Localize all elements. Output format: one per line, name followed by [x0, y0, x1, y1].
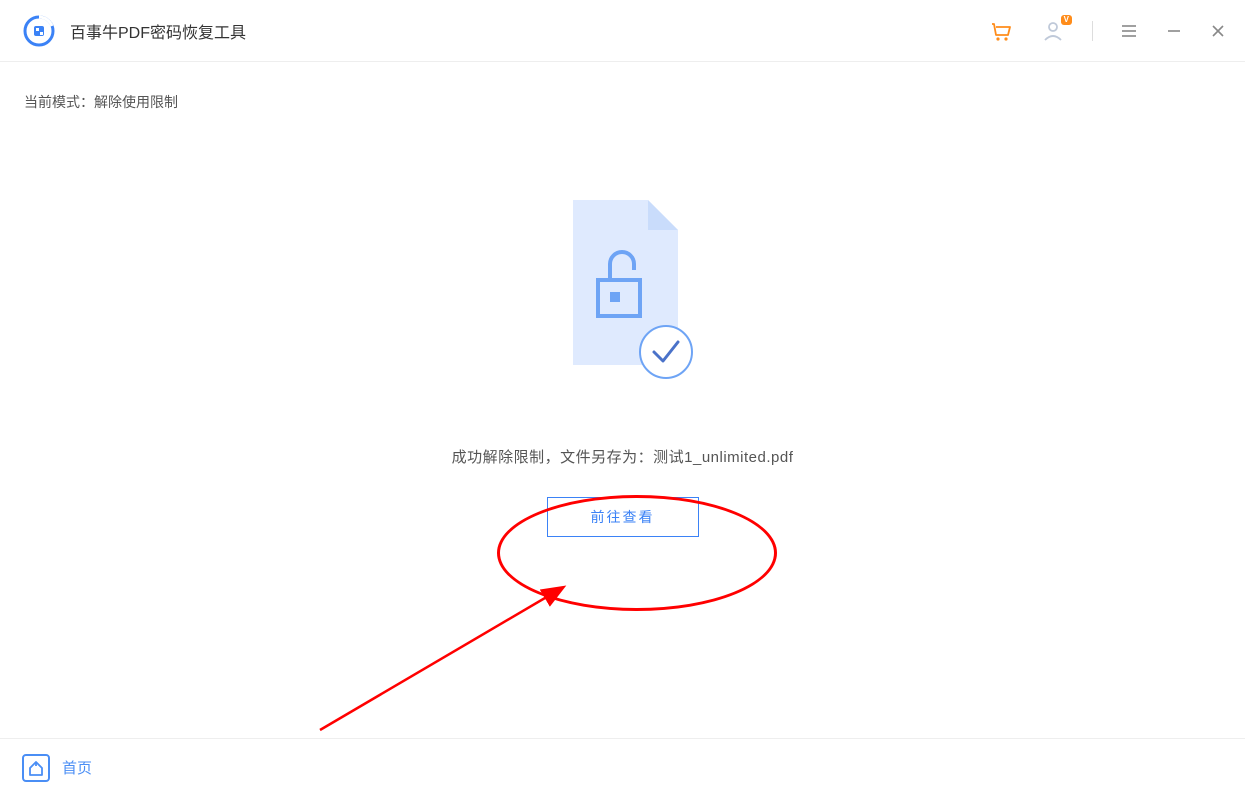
success-text: 成功解除限制，文件另存为： [452, 449, 654, 466]
mode-label: 当前模式： [24, 94, 94, 110]
header-right: V [988, 18, 1227, 44]
minimize-icon[interactable] [1165, 22, 1183, 40]
menu-icon[interactable] [1119, 21, 1139, 41]
home-link[interactable]: 首页 [62, 757, 92, 778]
header-bar: 百事牛PDF密码恢复工具 V [0, 0, 1245, 62]
footer-bar: 首页 [0, 738, 1245, 796]
mode-indicator: 当前模式：解除使用限制 [0, 62, 1245, 112]
cart-icon[interactable] [988, 18, 1014, 44]
annotation-arrow-icon [310, 570, 590, 740]
close-icon[interactable] [1209, 22, 1227, 40]
home-icon[interactable] [22, 754, 50, 782]
app-logo-icon [22, 14, 56, 48]
user-account-icon[interactable]: V [1040, 18, 1066, 44]
success-message: 成功解除限制，文件另存为：测试1_unlimited.pdf [452, 446, 794, 467]
unlocked-file-illustration-icon [538, 190, 708, 390]
saved-filename: 测试1_unlimited.pdf [653, 449, 793, 466]
vip-badge-icon: V [1061, 15, 1072, 25]
divider [1092, 21, 1093, 41]
mode-value: 解除使用限制 [94, 94, 178, 110]
view-file-button[interactable]: 前往查看 [547, 497, 699, 537]
app-title: 百事牛PDF密码恢复工具 [70, 19, 246, 43]
header-left: 百事牛PDF密码恢复工具 [22, 14, 246, 48]
main-content: 成功解除限制，文件另存为：测试1_unlimited.pdf 前往查看 [0, 112, 1245, 537]
